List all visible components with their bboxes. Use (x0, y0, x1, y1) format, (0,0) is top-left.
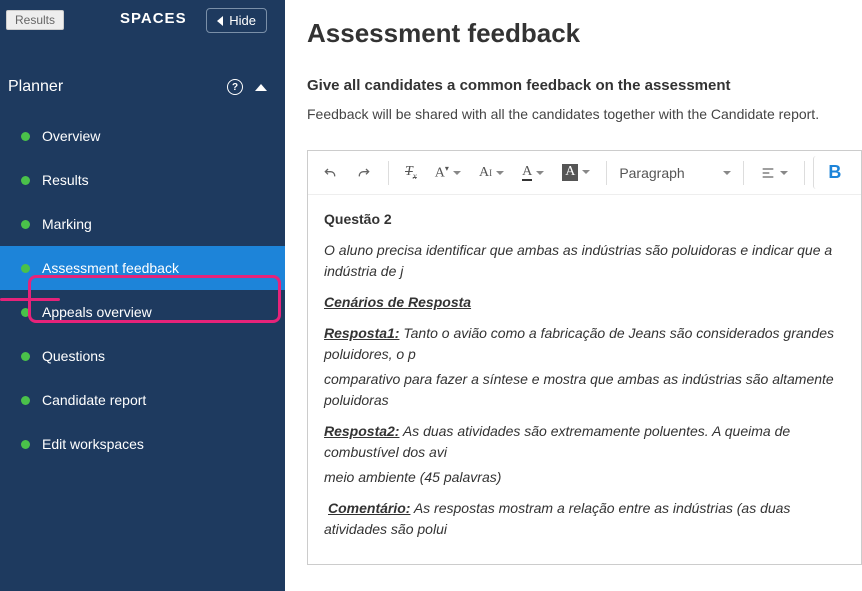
status-dot-icon (21, 132, 30, 141)
align-icon (760, 165, 776, 181)
paragraph-label: Paragraph (619, 165, 684, 181)
page-title: Assessment feedback (307, 18, 862, 49)
sidebar-item-appeals-overview[interactable]: Appeals overview (0, 290, 285, 334)
sidebar-item-label: Edit workspaces (42, 436, 144, 452)
sidebar-item-assessment-feedback[interactable]: Assessment feedback (0, 246, 285, 290)
status-dot-icon (21, 308, 30, 317)
comment-label: Comentário: (324, 500, 410, 516)
sidebar-nav: Overview Results Marking Assessment feed… (0, 114, 285, 466)
clear-formatting-button[interactable]: Tx (397, 158, 425, 187)
hide-button[interactable]: Hide (206, 8, 267, 33)
sidebar-item-results[interactable]: Results (0, 158, 285, 202)
spaces-label: SPACES (120, 10, 187, 27)
bold-icon: B (828, 162, 841, 183)
sidebar-item-overview[interactable]: Overview (0, 114, 285, 158)
editor-toolbar: Tx A▾ AI A A (308, 151, 861, 195)
font-family-icon: AI (479, 165, 492, 181)
sidebar-item-edit-workspaces[interactable]: Edit workspaces (0, 422, 285, 466)
planner-header: Planner ? (0, 48, 285, 114)
redo-button[interactable] (348, 159, 380, 187)
response-2-line2: meio ambiente (45 palavras) (324, 467, 845, 488)
chevron-down-icon (723, 171, 731, 175)
question-title: Questão 2 (324, 209, 845, 230)
chevron-down-icon (453, 171, 461, 175)
chevron-down-icon (780, 171, 788, 175)
bold-button[interactable]: B (813, 156, 849, 189)
paragraph-style-select[interactable]: Paragraph (615, 159, 735, 187)
chevron-down-icon (536, 171, 544, 175)
main-content: Assessment feedback Give all candidates … (285, 0, 862, 591)
redo-icon (356, 165, 372, 181)
status-dot-icon (21, 220, 30, 229)
undo-icon (322, 165, 338, 181)
highlight-color-button[interactable]: A (554, 158, 598, 187)
font-size-icon: A▾ (435, 164, 449, 182)
sidebar-item-candidate-report[interactable]: Candidate report (0, 378, 285, 422)
text-color-icon: A (522, 165, 532, 181)
response-1-line2: comparativo para fazer a síntese e mostr… (324, 369, 845, 411)
sidebar-item-label: Results (42, 172, 89, 188)
toolbar-separator (606, 161, 607, 185)
sidebar-item-label: Marking (42, 216, 92, 232)
toolbar-separator (804, 161, 805, 185)
sidebar-item-label: Candidate report (42, 392, 146, 408)
response-1-label: Resposta1: (324, 325, 399, 341)
chevron-down-icon (496, 171, 504, 175)
question-intro: O aluno precisa identificar que ambas as… (324, 240, 845, 282)
font-size-button[interactable]: A▾ (427, 158, 469, 188)
comment: Comentário: As respostas mostram a relaç… (324, 498, 845, 540)
page-description: Feedback will be shared with all the can… (307, 106, 862, 122)
clear-format-icon: Tx (405, 164, 417, 181)
status-dot-icon (21, 396, 30, 405)
response-1: Resposta1: Tanto o avião como a fabricaç… (324, 323, 845, 365)
sidebar-item-label: Questions (42, 348, 105, 364)
sidebar-item-label: Assessment feedback (42, 260, 179, 276)
alignment-button[interactable] (752, 159, 796, 187)
chevron-down-icon (582, 170, 590, 174)
font-family-button[interactable]: AI (471, 159, 512, 187)
text-color-button[interactable]: A (514, 159, 552, 187)
planner-title: Planner (8, 78, 63, 96)
highlight-icon: A (562, 164, 578, 181)
response-2: Resposta2: As duas atividades são extrem… (324, 421, 845, 463)
chevron-left-icon (217, 16, 223, 26)
sidebar: Results SPACES Hide Planner ? Overview R… (0, 0, 285, 591)
sidebar-item-questions[interactable]: Questions (0, 334, 285, 378)
toolbar-separator (388, 161, 389, 185)
collapse-icon[interactable] (255, 84, 267, 91)
response-2-label: Resposta2: (324, 423, 399, 439)
help-icon[interactable]: ? (227, 79, 243, 95)
status-dot-icon (21, 440, 30, 449)
rich-text-editor: Tx A▾ AI A A (307, 150, 862, 565)
scenarios-heading: Cenários de Resposta (324, 294, 471, 310)
sidebar-item-label: Overview (42, 128, 100, 144)
editor-content-area[interactable]: Questão 2 O aluno precisa identificar qu… (308, 195, 861, 564)
page-subtitle: Give all candidates a common feedback on… (307, 77, 862, 94)
status-dot-icon (21, 176, 30, 185)
status-dot-icon (21, 264, 30, 273)
sidebar-item-marking[interactable]: Marking (0, 202, 285, 246)
results-badge: Results (6, 10, 64, 30)
status-dot-icon (21, 352, 30, 361)
sidebar-item-label: Appeals overview (42, 304, 152, 320)
undo-button[interactable] (314, 159, 346, 187)
hide-label: Hide (229, 13, 256, 28)
toolbar-separator (743, 161, 744, 185)
response-1-text: Tanto o avião como a fabricação de Jeans… (324, 325, 834, 362)
sidebar-top: Results SPACES Hide (0, 0, 285, 48)
